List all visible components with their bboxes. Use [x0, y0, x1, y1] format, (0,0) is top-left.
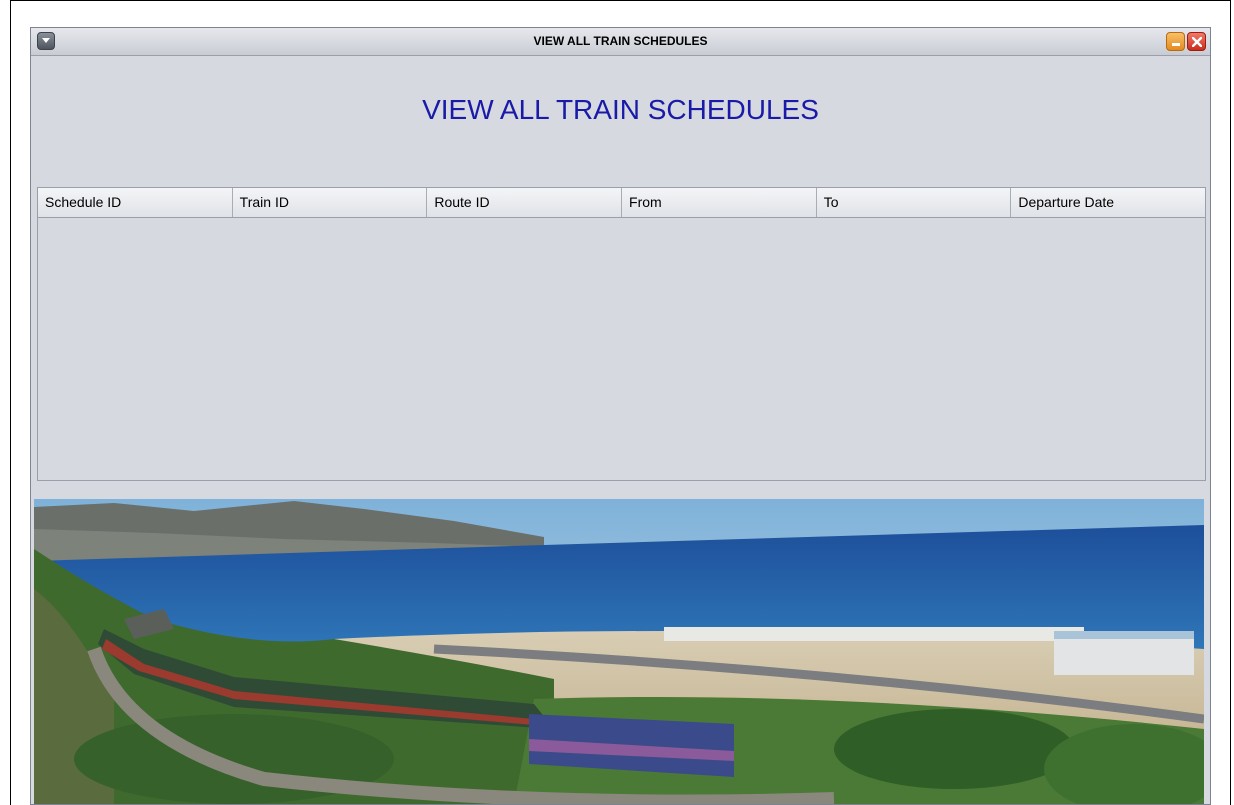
minimize-icon [1172, 43, 1180, 46]
column-header-route-id[interactable]: Route ID [427, 188, 623, 217]
minimize-button[interactable] [1166, 32, 1185, 51]
schedules-table[interactable]: Schedule ID Train ID Route ID From To De… [37, 187, 1206, 481]
window-title: VIEW ALL TRAIN SCHEDULES [533, 34, 708, 48]
close-button[interactable] [1187, 32, 1206, 51]
column-header-schedule-id[interactable]: Schedule ID [38, 188, 233, 217]
close-icon [1192, 37, 1202, 47]
column-header-departure-date[interactable]: Departure Date [1011, 188, 1205, 217]
column-header-from[interactable]: From [622, 188, 817, 217]
table-header: Schedule ID Train ID Route ID From To De… [38, 188, 1205, 218]
train-coast-photo [34, 499, 1204, 804]
column-header-to[interactable]: To [817, 188, 1012, 217]
table-body[interactable] [38, 218, 1205, 480]
page-title: VIEW ALL TRAIN SCHEDULES [422, 94, 819, 125]
title-bar[interactable]: VIEW ALL TRAIN SCHEDULES [31, 28, 1210, 56]
app-window: VIEW ALL TRAIN SCHEDULES VIEW ALL TRAIN … [30, 27, 1211, 805]
column-header-train-id[interactable]: Train ID [233, 188, 428, 217]
